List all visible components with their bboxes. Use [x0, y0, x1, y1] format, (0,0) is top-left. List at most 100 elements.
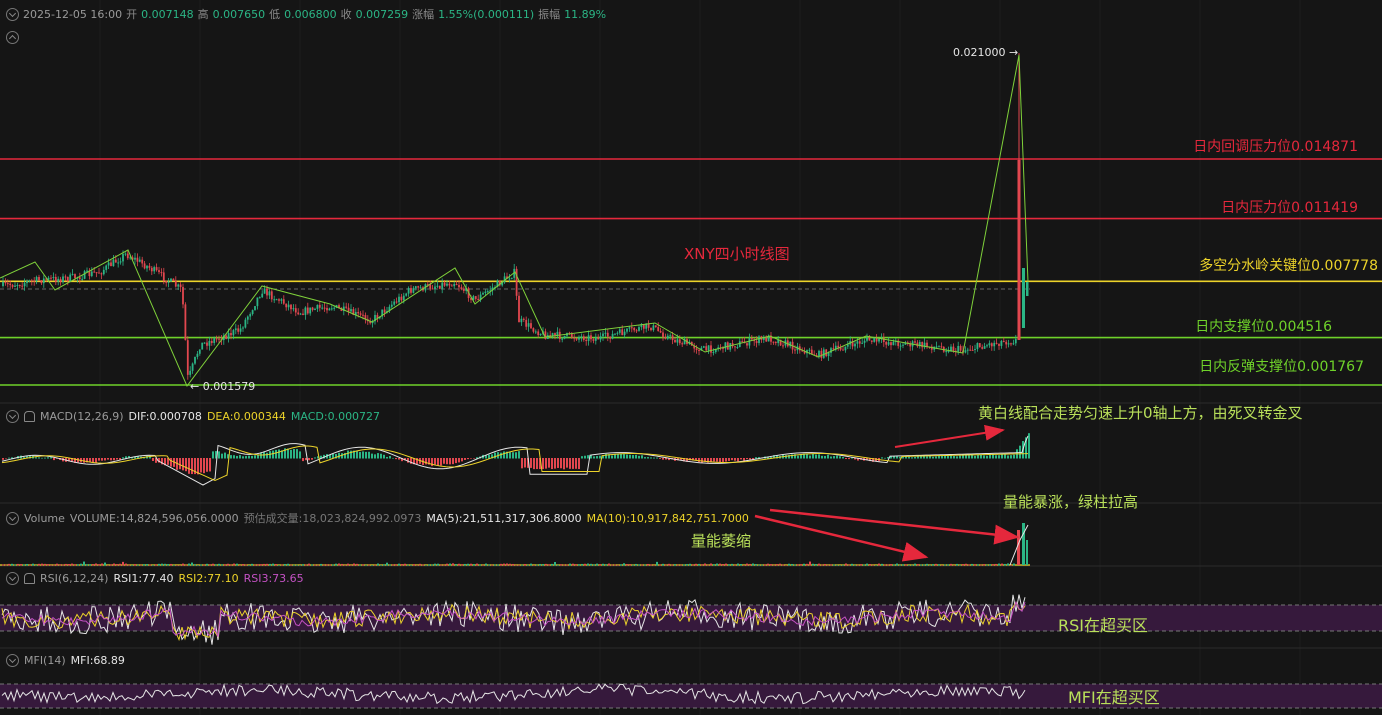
macd-histogram-bar	[395, 458, 397, 460]
chevron-up-icon	[6, 31, 19, 44]
volume-bar	[929, 564, 931, 566]
candle-body	[587, 335, 590, 342]
macd-histogram-bar	[815, 454, 817, 459]
macd-histogram-bar	[212, 451, 214, 459]
volume-bar	[776, 564, 778, 566]
volume-value: VOLUME:14,824,596,056.0000	[69, 511, 239, 525]
macd-histogram-bar	[53, 458, 55, 461]
collapse-icon[interactable]	[6, 572, 19, 585]
candle-body	[873, 337, 876, 342]
candle-body	[969, 349, 972, 351]
volume-bar	[380, 564, 382, 566]
candle-body	[350, 309, 352, 312]
candle-body	[311, 307, 314, 310]
macd-histogram-bar	[701, 458, 703, 463]
volume-bar	[593, 564, 595, 566]
macd-annotation-arrow	[894, 424, 1005, 448]
chart-canvas[interactable]	[0, 0, 1382, 715]
collapse-icon[interactable]	[6, 654, 19, 667]
candle-body	[64, 276, 67, 278]
macd-histogram-bar	[452, 458, 454, 465]
volume-bar	[575, 564, 577, 566]
volume-bar	[47, 564, 49, 566]
candle-body	[486, 291, 489, 293]
collapse-icon[interactable]	[6, 7, 19, 21]
candle-body	[227, 333, 230, 339]
volume-bar	[488, 564, 490, 566]
volume-bar	[623, 563, 625, 566]
candle-body	[114, 259, 117, 263]
candle-body	[858, 341, 861, 344]
volume-bar	[50, 564, 52, 566]
candle-body	[710, 345, 712, 353]
volume-spike-bar	[1022, 523, 1025, 565]
candle-body	[945, 351, 948, 353]
volume-bar	[425, 564, 427, 566]
candle-body	[748, 338, 751, 346]
collapse-icon[interactable]	[6, 511, 19, 525]
candle-body	[594, 337, 597, 341]
candle-body	[134, 257, 136, 260]
macd-histogram-bar	[1010, 455, 1012, 459]
candle-body	[818, 350, 820, 357]
volume-bar	[815, 564, 817, 566]
candle-body	[532, 328, 535, 332]
candle-body	[2, 281, 4, 286]
expand-indicators-toggle[interactable]	[6, 27, 19, 46]
candle-body	[213, 338, 216, 343]
volume-bar	[641, 564, 643, 566]
macd-histogram-bar	[968, 455, 970, 459]
macd-histogram-bar	[584, 455, 586, 459]
candle-body	[59, 278, 62, 283]
volume-bar	[725, 563, 727, 566]
candle-body	[441, 282, 444, 289]
volume-bar	[644, 564, 646, 566]
macd-legend: MACD(12,26,9) DIF:0.000708 DEA:0.000344 …	[6, 410, 380, 423]
candle-body	[230, 333, 232, 336]
volume-bar	[221, 564, 223, 566]
volume-bar	[653, 564, 655, 566]
candle-body	[333, 307, 336, 309]
volume-bar	[467, 563, 469, 566]
volume-bar	[791, 563, 793, 566]
macd-histogram-bar	[734, 458, 736, 461]
candle-body	[609, 336, 612, 339]
candle-body	[71, 274, 74, 276]
candle-body	[765, 337, 768, 342]
rsi3-value: RSI3:73.65	[243, 572, 304, 585]
macd-histogram-bar	[44, 457, 46, 459]
candle-body	[681, 343, 684, 345]
macd-histogram-bar	[116, 458, 118, 460]
macd-histogram-bar	[110, 458, 112, 461]
change-label: 涨幅	[412, 8, 435, 21]
alert-bell-icon[interactable]	[24, 411, 35, 422]
volume-bar	[692, 564, 694, 566]
macd-histogram-bar	[347, 450, 349, 459]
collapse-icon[interactable]	[6, 410, 19, 423]
volume-bar	[86, 564, 88, 566]
macd-histogram-bar	[743, 458, 745, 461]
volume-bar	[416, 564, 418, 566]
macd-histogram-bar	[746, 458, 748, 460]
candle-body	[774, 341, 777, 344]
candle-body	[520, 318, 523, 323]
candle-body	[556, 331, 559, 336]
macd-histogram-bar	[977, 455, 979, 459]
volume-bar	[239, 564, 241, 566]
macd-histogram-bar	[236, 455, 238, 459]
volume-bar	[695, 563, 697, 566]
volume-bar	[356, 563, 358, 566]
amplitude-label: 振幅	[538, 8, 561, 21]
volume-bar	[233, 563, 235, 566]
macd-histogram-bar	[716, 458, 718, 462]
macd-histogram-bar	[596, 456, 598, 459]
candle-body	[935, 346, 938, 348]
candle-body	[856, 341, 859, 344]
candle-body	[33, 280, 36, 282]
candle-body	[323, 307, 326, 309]
candle-body	[621, 329, 624, 336]
candle-body	[174, 280, 177, 287]
candle-body	[614, 333, 616, 335]
macd-histogram-bar	[632, 455, 634, 459]
alert-bell-icon[interactable]	[24, 573, 35, 584]
